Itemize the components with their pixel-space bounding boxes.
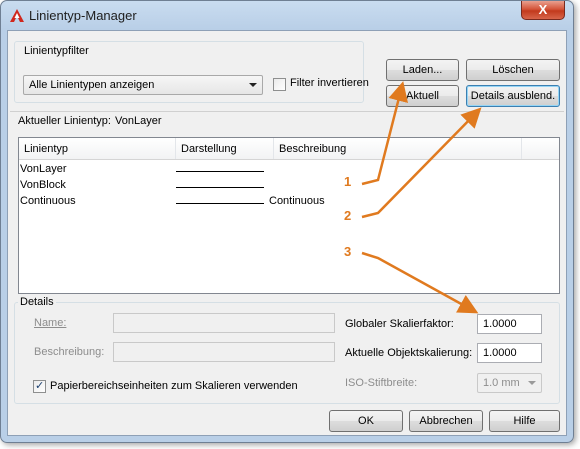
ok-button-label: OK [358, 415, 374, 427]
chevron-down-icon [249, 83, 257, 87]
description-label: Beschreibung: [34, 346, 105, 358]
linetype-sample [176, 203, 264, 204]
column-header-description[interactable]: Beschreibung [274, 138, 522, 159]
checkmark-icon: ✓ [35, 380, 45, 392]
linetype-list[interactable]: Linientyp Darstellung Beschreibung VonLa… [18, 137, 560, 294]
dialog-client: Linientypfilter Alle Linientypen anzeige… [7, 30, 567, 436]
close-icon: X [538, 2, 548, 17]
iso-pen-width-label: ISO-Stiftbreite: [345, 377, 418, 389]
linetype-filter-dropdown[interactable]: Alle Linientypen anzeigen [23, 75, 263, 95]
autocad-logo-icon [10, 9, 24, 22]
global-scale-input[interactable]: 1.0000 [477, 314, 542, 334]
current-object-scale-label: Aktuelle Objektskalierung: [345, 347, 473, 359]
name-label: Name: [34, 317, 67, 329]
callout-label-3: 3 [344, 244, 352, 259]
linetype-filter-value: Alle Linientypen anzeigen [29, 79, 155, 91]
linetype-name: VonBlock [20, 179, 66, 191]
separator [10, 111, 564, 112]
delete-button[interactable]: Löschen [466, 59, 560, 81]
linetype-list-header: Linientyp Darstellung Beschreibung [19, 138, 559, 160]
close-button[interactable]: X [521, 1, 565, 20]
iso-pen-width-dropdown[interactable]: 1.0 mm [477, 373, 542, 393]
linetype-sample [176, 187, 264, 188]
help-button[interactable]: Hilfe [489, 410, 560, 432]
current-object-scale-input[interactable]: 1.0000 [477, 343, 542, 363]
cancel-button-label: Abbrechen [419, 415, 473, 427]
set-current-button-label: Aktuell [405, 90, 440, 102]
help-button-label: Hilfe [513, 415, 536, 427]
invert-filter-label: Filter invertieren [290, 77, 369, 89]
load-button[interactable]: Laden... [386, 59, 459, 81]
description-field[interactable] [113, 342, 335, 362]
cancel-button[interactable]: Abbrechen [409, 410, 483, 432]
column-header-description-label: Beschreibung [279, 143, 347, 155]
load-button-label: Laden... [402, 64, 443, 76]
callout-label-2: 2 [344, 208, 352, 223]
linetype-manager-window: Linientyp-Manager X Linientypfilter Alle… [0, 0, 574, 443]
details-group-label: Details [18, 296, 56, 308]
column-header-linetype[interactable]: Linientyp [19, 138, 176, 159]
paper-space-units-checkbox[interactable]: ✓ [33, 380, 46, 393]
linetype-name: VonLayer [20, 163, 67, 175]
current-object-scale-value: 1.0000 [483, 347, 517, 359]
column-header-appearance[interactable]: Darstellung [176, 138, 274, 159]
callout-label-1: 1 [344, 174, 352, 189]
window-title: Linientyp-Manager [29, 8, 137, 23]
table-row[interactable]: VonLayer [19, 163, 559, 179]
iso-pen-width-value: 1.0 mm [483, 377, 520, 389]
linetype-filter-label: Linientypfilter [24, 45, 89, 57]
current-linetype-label: Aktueller Linientyp: [18, 115, 111, 127]
global-scale-value: 1.0000 [483, 318, 517, 330]
linetype-name: Continuous [20, 195, 76, 207]
details-toggle-button[interactable]: Details ausblend. [466, 85, 560, 107]
global-scale-label: Globaler Skalierfaktor: [345, 318, 454, 330]
current-linetype-value: VonLayer [115, 115, 162, 127]
chevron-down-icon [528, 381, 536, 385]
invert-filter-checkbox[interactable] [273, 78, 286, 91]
details-toggle-button-label: Details ausblend. [470, 90, 556, 102]
column-header-appearance-label: Darstellung [181, 143, 237, 155]
invert-filter-text: Filter invertieren [290, 77, 369, 89]
set-current-button[interactable]: Aktuell [386, 85, 459, 107]
linetype-description: Continuous [269, 195, 325, 207]
title-bar[interactable]: Linientyp-Manager X [1, 1, 573, 29]
table-row[interactable]: Continuous Continuous [19, 195, 559, 211]
column-header-linetype-label: Linientyp [24, 143, 69, 155]
linetype-sample [176, 171, 264, 172]
ok-button[interactable]: OK [329, 410, 403, 432]
paper-space-units-label: Papierbereichseinheiten zum Skalieren ve… [50, 380, 298, 392]
name-field[interactable] [113, 313, 335, 333]
delete-button-label: Löschen [492, 64, 534, 76]
table-row[interactable]: VonBlock [19, 179, 559, 195]
